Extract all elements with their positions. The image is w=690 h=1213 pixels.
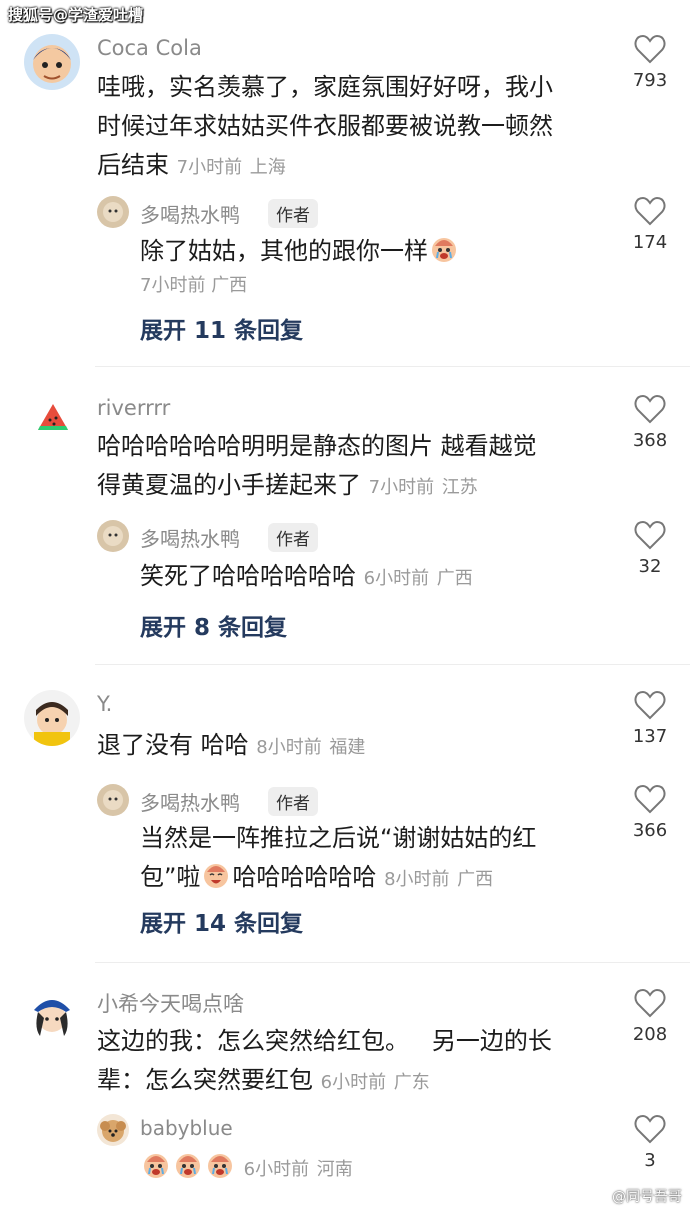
comment-text-line: 这边的我：怎么突然给红包。 另一边的长: [97, 1027, 552, 1055]
comment-text: 哈哈哈哈哈哈明明是静态的图片 越看越觉 得黄夏温的小手搓起来了 7小时前 江苏: [97, 427, 617, 507]
heart-icon: [634, 394, 666, 424]
reply-location: 广西: [211, 275, 248, 296]
like-button[interactable]: 368: [620, 394, 680, 451]
like-button[interactable]: 174: [620, 196, 680, 253]
avatar[interactable]: [97, 784, 129, 816]
author-badge: 作者: [268, 523, 318, 552]
crying-emoji-icon: [208, 1154, 232, 1178]
heart-icon: [634, 988, 666, 1018]
divider: [95, 962, 690, 963]
laughing-emoji-icon: [204, 864, 229, 888]
comment-location: 福建: [329, 737, 366, 758]
reply-text: 6小时前 河南: [140, 1148, 353, 1189]
reply-time: 8小时前: [384, 869, 450, 890]
comment-text-line: 哈哈哈哈哈哈明明是静态的图片 越看越觉: [97, 432, 537, 460]
reply-location: 河南: [316, 1159, 353, 1180]
reply-location: 广西: [457, 869, 494, 890]
avatar[interactable]: [26, 988, 78, 1040]
comment-text-line: 得黄夏温的小手搓起来了: [97, 471, 361, 499]
avatar[interactable]: [24, 34, 80, 90]
comment-location: 江苏: [441, 477, 478, 498]
like-count: 793: [632, 70, 668, 91]
comment-username[interactable]: riverrrr: [97, 396, 170, 420]
crying-emoji-icon: [144, 1154, 168, 1178]
reply-text-line: 包”啦: [140, 863, 201, 891]
heart-icon: [634, 34, 666, 64]
reply-text-content: 除了姑姑，其他的跟你一样: [140, 237, 428, 265]
reply-text: 笑死了哈哈哈哈哈哈 6小时前 广西: [140, 557, 473, 598]
comment-text-line: 时候过年求姑姑买件衣服都要被说教一顿然: [97, 112, 553, 140]
like-count: 368: [632, 430, 668, 451]
comment-time: 7小时前: [176, 157, 243, 178]
like-count: 174: [632, 232, 668, 253]
crying-emoji-icon: [176, 1154, 200, 1178]
heart-icon: [634, 196, 666, 226]
like-button[interactable]: 793: [620, 34, 680, 91]
author-badge: 作者: [268, 787, 318, 816]
comment-text-line: 辈：怎么突然要红包: [97, 1066, 313, 1094]
reply-username[interactable]: 多喝热水鸭: [140, 523, 240, 552]
heart-icon: [634, 784, 666, 814]
like-count: 32: [638, 556, 662, 577]
reply-meta: 7小时前 广西: [140, 271, 247, 297]
reply-username[interactable]: 多喝热水鸭: [140, 787, 240, 816]
reply-username[interactable]: babyblue: [140, 1116, 233, 1140]
divider: [95, 664, 690, 665]
comment-text: 退了没有 哈哈 8小时前 福建: [97, 726, 365, 767]
comment-text: 哇哦，实名羡慕了，家庭氛围好好呀，我小 时候过年求姑姑买件衣服都要被说教一顿然 …: [97, 68, 617, 187]
expand-replies-link[interactable]: 展开 8 条回复: [140, 608, 287, 642]
heart-icon: [634, 520, 666, 550]
like-button[interactable]: 137: [620, 690, 680, 747]
avatar[interactable]: [36, 400, 70, 434]
comment-text: 这边的我：怎么突然给红包。 另一边的长 辈：怎么突然要红包 6小时前 广东: [97, 1022, 617, 1102]
reply-time: 7小时前: [140, 275, 206, 296]
reply-location: 广西: [436, 568, 473, 589]
comment-username[interactable]: Y.: [97, 692, 112, 716]
heart-icon: [634, 690, 666, 720]
comment-location: 上海: [249, 157, 286, 178]
watermark-bottom: @同号吾哥: [612, 1189, 682, 1205]
like-button[interactable]: 32: [620, 520, 680, 577]
comment-text-line: 退了没有 哈哈: [97, 731, 249, 759]
reply-text: 当然是一阵推拉之后说“谢谢姑姑的红 包”啦 哈哈哈哈哈哈 8小时前 广西: [140, 819, 620, 899]
divider: [95, 366, 690, 367]
like-count: 3: [644, 1150, 656, 1171]
comment-location: 广东: [393, 1072, 430, 1093]
like-button[interactable]: 366: [620, 784, 680, 841]
reply-text-line: 哈哈哈哈哈哈: [232, 863, 377, 891]
reply-time: 6小时前: [363, 568, 430, 589]
avatar[interactable]: [97, 520, 129, 552]
reply-text-content: 笑死了哈哈哈哈哈哈: [140, 562, 356, 590]
comment-username[interactable]: Coca Cola: [97, 36, 202, 60]
comment-text-line: 后结束: [97, 151, 169, 179]
avatar[interactable]: [97, 196, 129, 228]
reply-username[interactable]: 多喝热水鸭: [140, 199, 240, 228]
expand-replies-link[interactable]: 展开 11 条回复: [140, 311, 303, 345]
expand-replies-link[interactable]: 展开 14 条回复: [140, 904, 303, 938]
watermark-top: 搜狐号@学渣爱吐槽: [8, 6, 144, 24]
crying-emoji-icon: [432, 238, 456, 262]
comment-time: 6小时前: [320, 1072, 387, 1093]
avatar[interactable]: [97, 1114, 129, 1146]
reply-text: 除了姑姑，其他的跟你一样: [140, 232, 460, 271]
like-button[interactable]: 3: [620, 1114, 680, 1171]
comment-text-line: 哇哦，实名羡慕了，家庭氛围好好呀，我小: [97, 73, 553, 101]
author-badge: 作者: [268, 199, 318, 228]
comment-username[interactable]: 小希今天喝点啥: [97, 988, 244, 1018]
like-count: 137: [632, 726, 668, 747]
reply-time: 6小时前: [243, 1159, 310, 1180]
like-count: 366: [632, 820, 668, 841]
like-count: 208: [632, 1024, 668, 1045]
like-button[interactable]: 208: [620, 988, 680, 1045]
comment-time: 7小时前: [368, 477, 435, 498]
comment-time: 8小时前: [256, 737, 322, 758]
heart-icon: [634, 1114, 666, 1144]
reply-text-line: 当然是一阵推拉之后说“谢谢姑姑的红: [140, 824, 537, 852]
avatar[interactable]: [24, 690, 80, 746]
